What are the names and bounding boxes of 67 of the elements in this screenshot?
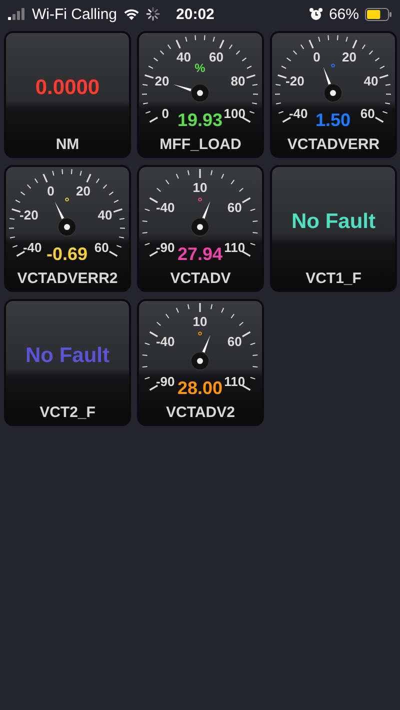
scale-label: 40	[98, 208, 112, 223]
scale-label: -20	[20, 208, 38, 223]
loading-icon	[146, 7, 160, 21]
unit-label: °	[64, 195, 70, 209]
scale-label: 0	[162, 106, 169, 121]
carrier-label: Wi-Fi Calling	[32, 6, 118, 22]
readout-value: 0.0000	[35, 77, 100, 98]
readout-value: No Fault	[292, 211, 376, 232]
scale-label: -40	[22, 240, 42, 255]
unit-label: %	[194, 61, 206, 75]
scale-label: 110	[224, 240, 246, 255]
gauge-needle	[54, 202, 76, 236]
scale-label: 60	[94, 240, 109, 255]
gauge-needle	[190, 334, 210, 370]
gauge-needle	[173, 84, 210, 102]
scale-label: -20	[286, 74, 304, 89]
scale-label: 60	[209, 49, 224, 64]
scale-label: -90	[156, 374, 175, 389]
tile-name: VCTADVERR2	[17, 270, 118, 289]
scale-label: 20	[154, 74, 170, 89]
scale-label: 100	[224, 106, 246, 121]
battery-icon	[365, 8, 392, 20]
tile-name: NM	[56, 136, 80, 155]
scale-label: 60	[360, 106, 375, 121]
readout-value: No Fault	[26, 345, 110, 366]
wifi-icon	[123, 8, 140, 20]
scale-label: 10	[192, 314, 208, 329]
scale-label: 20	[342, 49, 356, 64]
unit-label: °	[198, 195, 202, 209]
unit-label: °	[198, 329, 202, 343]
gauge-tile[interactable]: No Fault VCT2_F	[4, 299, 131, 426]
signal-icon	[8, 8, 26, 20]
battery-percent: 66%	[328, 6, 359, 22]
gauge-tile[interactable]: No Fault VCT1_F	[270, 165, 397, 292]
alarm-clock-icon	[308, 7, 323, 21]
gauge-value: 27.94	[177, 244, 223, 264]
gauge-value: 28.00	[177, 378, 223, 398]
scale-label: 80	[230, 74, 246, 89]
scale-label: 60	[227, 200, 242, 215]
tile-name: VCTADVERR	[287, 136, 380, 155]
scale-label: -40	[156, 200, 175, 215]
scale-label: 40	[176, 49, 191, 64]
tile-name: VCT1_F	[306, 270, 362, 289]
gauge-value: 1.50	[315, 110, 351, 130]
tile-name: MFF_LOAD	[160, 136, 242, 155]
status-time: 20:02	[176, 6, 214, 22]
gauge-tile[interactable]: 0.0000 NM	[4, 31, 131, 158]
scale-label: -40	[288, 106, 308, 121]
scale-label: -40	[156, 334, 175, 349]
gauge-needle	[323, 66, 342, 102]
tile-name: VCTADV	[170, 270, 231, 289]
tile-name: VCTADV2	[166, 404, 235, 423]
scale-label: 110	[224, 374, 246, 389]
gauge-needle	[190, 200, 210, 236]
scale-label: 0	[313, 49, 320, 64]
scale-label: 40	[364, 74, 378, 89]
scale-label: 20	[76, 183, 90, 198]
gauge-tile[interactable]: 0 20 ° -20 40 -40 1.50 60 VCTADVERR	[270, 31, 397, 158]
scale-label: 60	[227, 334, 242, 349]
scale-label: 0	[47, 183, 54, 198]
unit-label: °	[330, 61, 336, 75]
scale-label: 10	[192, 180, 208, 195]
gauge-tile[interactable]: 0 20 ° -20 40 -40 -0.69 60 VCTADVERR2	[4, 165, 131, 292]
gauge-value: 19.93	[177, 110, 223, 130]
scale-label: -90	[156, 240, 175, 255]
tile-name: VCT2_F	[40, 404, 96, 423]
gauge-value: -0.69	[46, 244, 88, 264]
